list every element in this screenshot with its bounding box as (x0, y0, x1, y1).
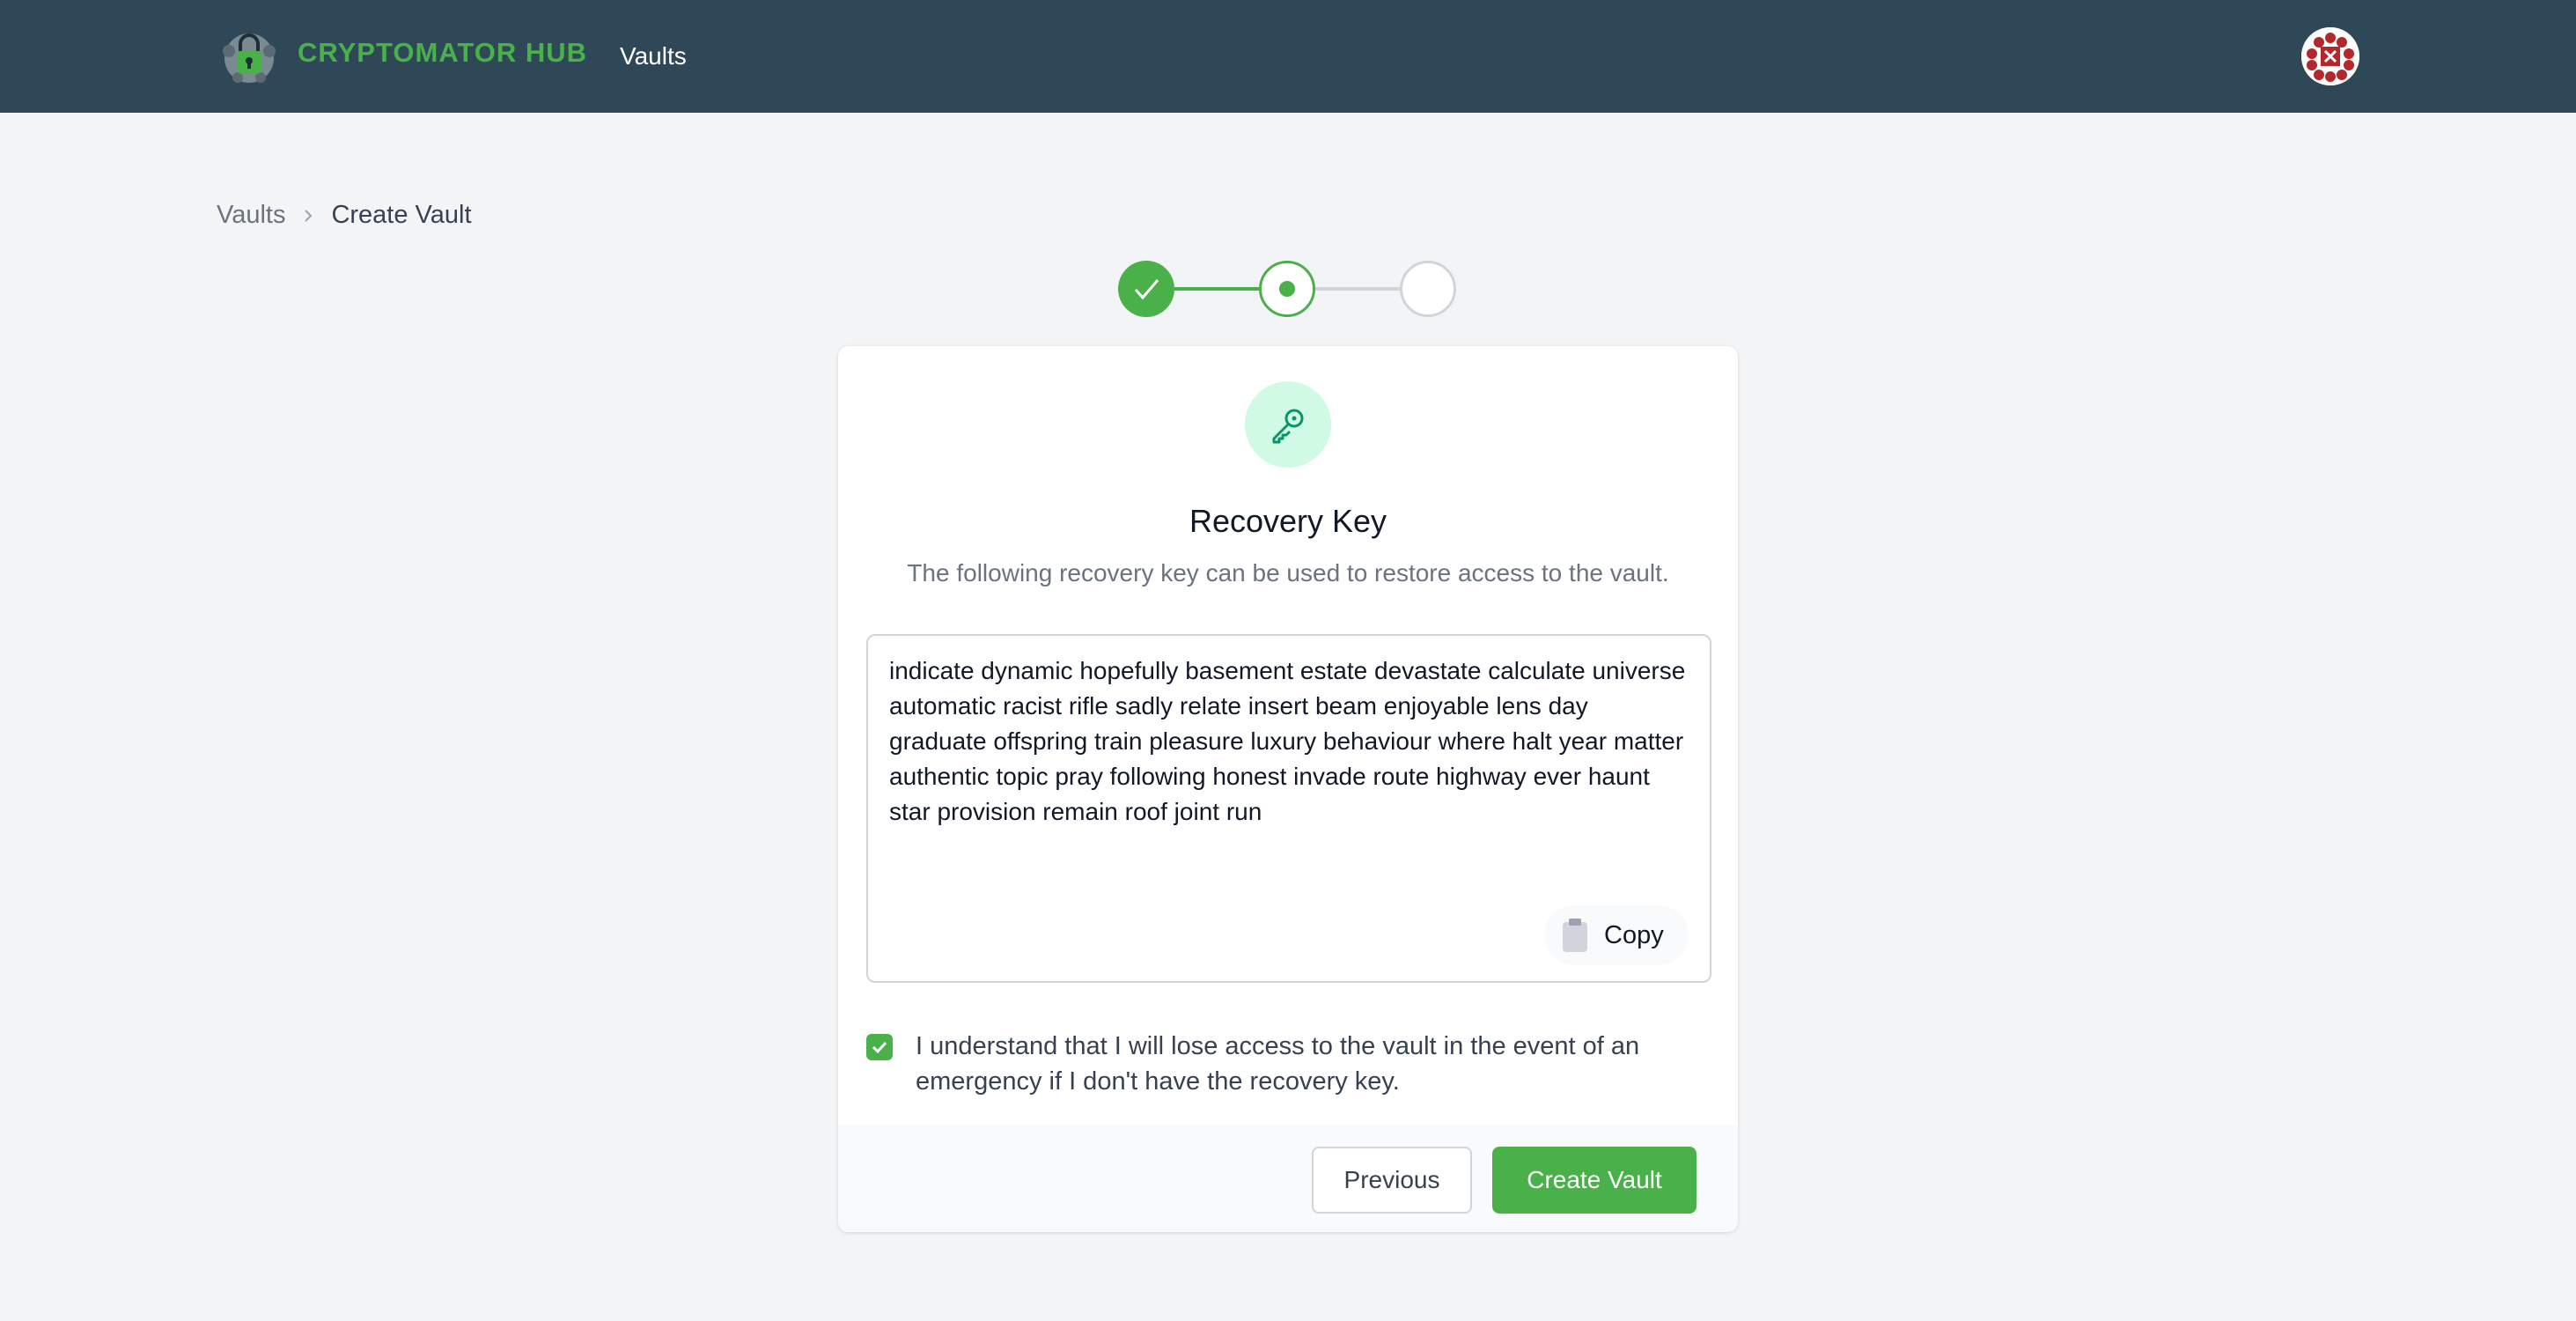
recovery-key-text[interactable]: indicate dynamic hopefully basement esta… (889, 653, 1692, 830)
card-subtitle: The following recovery key can be used t… (907, 559, 1669, 587)
user-avatar[interactable] (2301, 27, 2359, 85)
checkmark-icon (872, 1041, 887, 1054)
top-navigation-bar: CRYPTOMATOR HUB Vaults (0, 0, 2576, 113)
breadcrumb: Vaults Create Vault (217, 201, 472, 230)
breadcrumb-current-page: Create Vault (331, 201, 472, 229)
key-icon (1272, 409, 1304, 444)
key-icon-badge (1245, 381, 1331, 468)
consent-checkbox[interactable] (866, 1034, 893, 1060)
copy-button-label: Copy (1604, 920, 1664, 949)
step-2-current (1259, 261, 1315, 317)
current-step-dot-icon (1279, 281, 1295, 297)
chevron-right-icon (305, 209, 313, 222)
previous-button[interactable]: Previous (1312, 1147, 1472, 1214)
step-3-upcoming (1400, 261, 1456, 317)
card-footer: Previous Create Vault (838, 1125, 1738, 1232)
app-logo[interactable] (217, 25, 282, 88)
cryptomator-logo-icon (223, 33, 276, 83)
brand-name: CRYPTOMATOR HUB (298, 37, 588, 68)
nav-link-vaults[interactable]: Vaults (620, 42, 687, 70)
step-connector-upcoming (1315, 287, 1412, 291)
copy-button[interactable]: Copy (1544, 905, 1689, 965)
consent-label[interactable]: I understand that I will lose access to … (916, 1029, 1708, 1099)
checkmark-icon (1134, 279, 1159, 300)
recovery-key-textarea[interactable]: indicate dynamic hopefully basement esta… (866, 634, 1711, 983)
avatar-identicon-icon (2301, 27, 2359, 85)
breadcrumb-vaults-link[interactable]: Vaults (217, 201, 285, 230)
step-1-complete (1118, 261, 1174, 317)
recovery-key-card: Recovery Key The following recovery key … (838, 346, 1738, 1232)
clipboard-icon (1563, 919, 1587, 952)
card-title: Recovery Key (1189, 503, 1387, 539)
create-vault-button[interactable]: Create Vault (1492, 1147, 1696, 1214)
step-connector-complete (1174, 287, 1271, 291)
